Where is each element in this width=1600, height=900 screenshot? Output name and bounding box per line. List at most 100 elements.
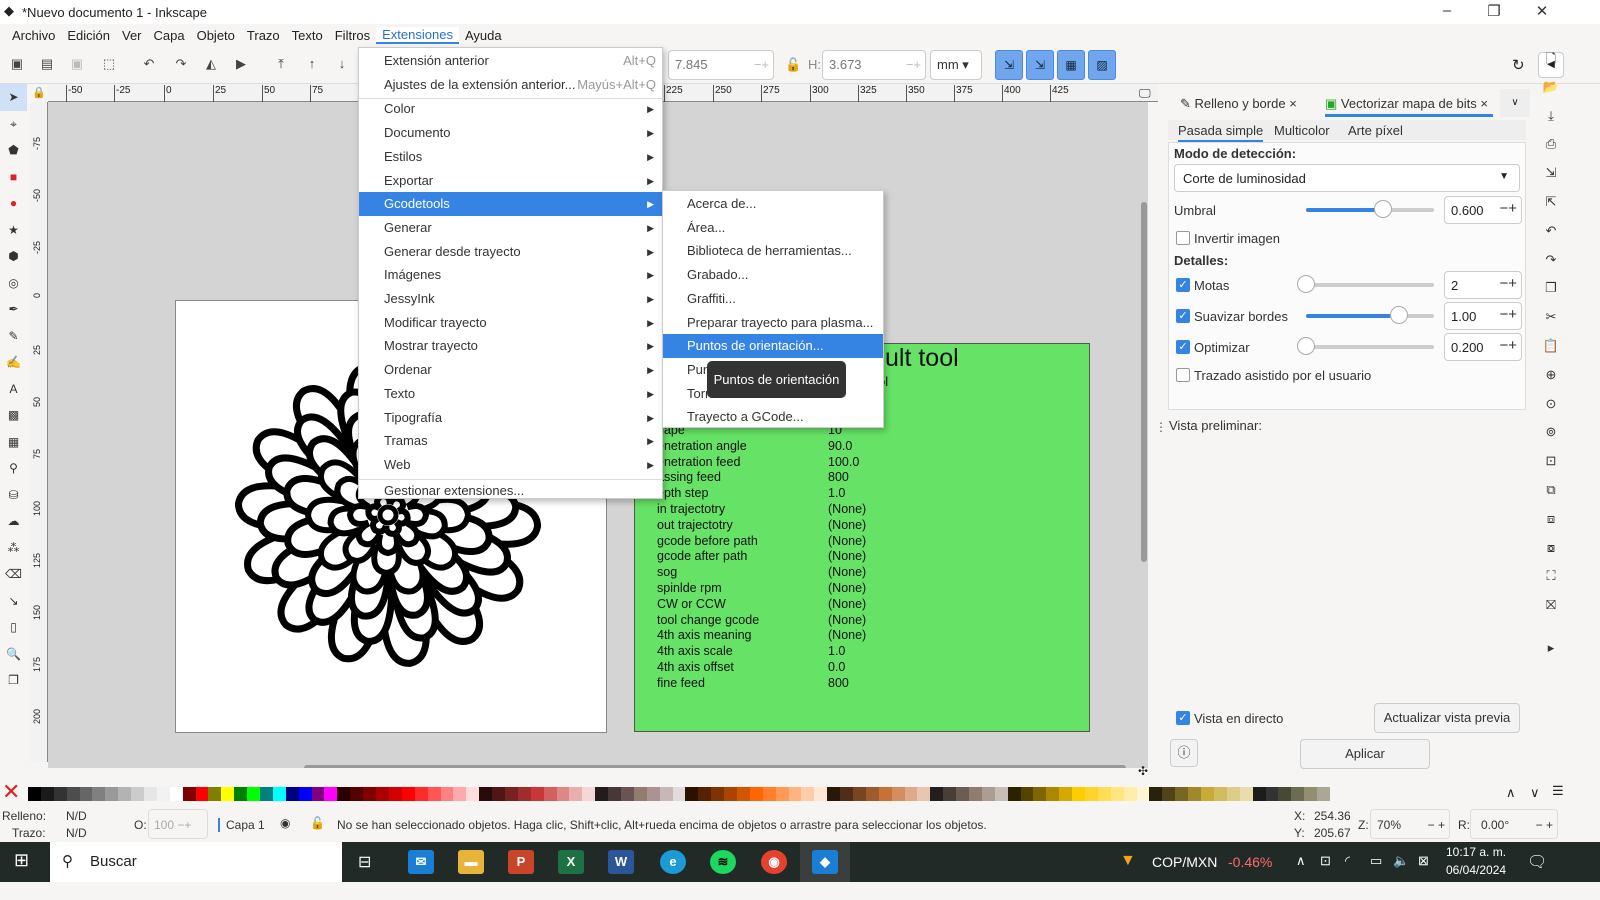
color-swatch[interactable] [1020,787,1034,801]
node-tool-icon[interactable]: ⌖ [0,111,27,138]
excel-icon[interactable]: X [558,850,584,874]
text-tool-icon[interactable]: A [0,376,27,403]
vertical-scrollbar[interactable] [1141,202,1147,562]
color-swatch[interactable] [66,787,80,801]
word-icon[interactable]: W [608,850,634,874]
layer-lock-icon[interactable]: 🔓 [310,816,325,830]
menu-item-im-genes[interactable]: Imágenes ▶ [359,263,662,287]
color-swatch[interactable] [260,787,273,801]
color-swatch[interactable] [736,787,750,801]
color-swatch[interactable] [569,787,583,801]
save-icon[interactable]: ⤓ [1535,108,1567,137]
color-swatch[interactable] [917,787,931,801]
clone-icon[interactable]: ⧈ [1535,511,1567,540]
color-swatch[interactable] [1136,787,1150,801]
tab-vectorizar[interactable]: ▣ Vectorizar mapa de bits × [1325,91,1493,117]
menu-item-documento[interactable]: Documento ▶ [359,121,662,145]
motas-checkbox[interactable]: ✓ [1176,278,1190,292]
palette-menu-icon[interactable]: ☰ [1552,783,1564,799]
undo-icon[interactable]: ↶ [1535,223,1567,252]
color-swatch[interactable] [1097,787,1111,801]
color-swatch[interactable] [969,787,982,801]
color-swatch[interactable] [363,787,377,801]
rectangle-tool-icon[interactable]: ■ [0,164,27,191]
color-swatch[interactable] [956,787,970,801]
color-swatch[interactable] [350,787,364,801]
display-mode-icon[interactable]: 🖵 [1139,86,1151,101]
color-swatch[interactable] [788,787,802,801]
color-swatch[interactable] [904,787,918,801]
color-swatch[interactable] [1007,787,1021,801]
optimizar-checkbox[interactable]: ✓ [1176,340,1190,354]
menu-edicion[interactable]: Edición [61,28,116,43]
color-swatch[interactable] [453,787,467,801]
color-swatch[interactable] [1317,787,1330,801]
open-icon[interactable]: 📂 [1535,79,1567,108]
suavizar-spin[interactable]: 1.00 −+ [1444,302,1522,330]
color-swatch[interactable] [285,787,299,801]
color-swatch[interactable] [1213,787,1227,801]
pages-tool-icon[interactable]: ❐ [0,667,27,694]
color-swatch[interactable] [1188,787,1202,801]
color-manage-icon[interactable]: ✣ [1138,764,1148,778]
color-swatch[interactable] [556,787,570,801]
color-swatch[interactable] [724,787,737,801]
color-swatch[interactable] [118,787,132,801]
measure-tool-icon[interactable]: ▯ [0,614,27,641]
color-swatch[interactable] [272,787,286,801]
color-swatch[interactable] [1110,787,1124,801]
color-swatch[interactable] [195,787,209,801]
color-swatch[interactable] [221,787,235,801]
unlink-clone-icon[interactable]: ⧇ [1535,540,1567,569]
color-swatch[interactable] [1239,787,1253,801]
menu-item-ajustes-de-la-extensi-n-anterior-[interactable]: Ajustes de la extensión anterior... Mayús… [359,73,662,97]
color-swatch[interactable] [427,787,441,801]
duplicate-icon[interactable]: ⧉ [1535,482,1567,511]
move-gradients-toggle[interactable]: ▦ [1057,50,1085,80]
color-swatch[interactable] [827,787,841,801]
color-swatch[interactable] [878,787,892,801]
menu-item-tipograf-a[interactable]: Tipografía ▶ [359,406,662,430]
menu-item-jessyink[interactable]: JessyInk ▶ [359,287,662,311]
color-swatch[interactable] [711,787,725,801]
color-swatch[interactable] [930,787,944,801]
submenu-item[interactable]: Trayecto a GCode... [663,405,883,429]
color-swatch[interactable] [1085,787,1098,801]
select-all-icon[interactable]: ▣ [8,56,26,74]
paste-icon[interactable]: 📋 [1535,338,1567,367]
color-swatch[interactable] [853,787,866,801]
more-icon[interactable]: ▸ [1535,640,1567,669]
color-swatch[interactable] [633,787,647,801]
fill-value[interactable]: N/D [66,809,87,823]
lock-guides-icon[interactable]: 🔒 [32,86,46,99]
color-swatch[interactable] [762,787,776,801]
color-swatch[interactable] [814,787,828,801]
color-swatch[interactable] [1046,787,1060,801]
import-icon[interactable]: ⇲ [1535,165,1567,194]
umbral-slider[interactable] [1306,200,1434,218]
menu-item-mostrar-trayecto[interactable]: Mostrar trayecto ▶ [359,334,662,358]
tweak-tool-icon[interactable]: ☁ [0,508,27,535]
color-swatch[interactable] [414,787,428,801]
menu-item-tramas[interactable]: Tramas ▶ [359,429,662,453]
color-swatch[interactable] [92,787,106,801]
flip-horizontal-icon[interactable]: ◭ [202,56,220,74]
mode-select[interactable]: Corte de luminosidad ▼ [1174,164,1520,192]
raise-icon[interactable]: ↑ [303,56,321,74]
color-swatch[interactable] [801,787,815,801]
color-swatch[interactable] [582,787,596,801]
color-swatch[interactable] [324,787,338,801]
palette-down-icon[interactable]: ∨ [1530,785,1540,801]
gradient-tool-icon[interactable]: ▩ [0,402,27,429]
export-icon[interactable]: ⇱ [1535,194,1567,223]
color-swatch[interactable] [840,787,853,801]
subtab-arte-pixel[interactable]: Arte píxel [1348,123,1403,138]
color-swatch[interactable] [530,787,544,801]
rotate-ccw-icon[interactable]: ↶ [140,56,158,74]
scale-corners-toggle[interactable]: ⇲ [1026,50,1054,80]
motas-spin[interactable]: 2 −+ [1444,271,1522,299]
task-view-icon[interactable]: ⊟ [358,852,371,872]
submenu-item[interactable]: Graffiti... [663,287,883,311]
stroke-value[interactable]: N/D [66,826,87,840]
menu-filtros[interactable]: Filtros [329,28,376,43]
